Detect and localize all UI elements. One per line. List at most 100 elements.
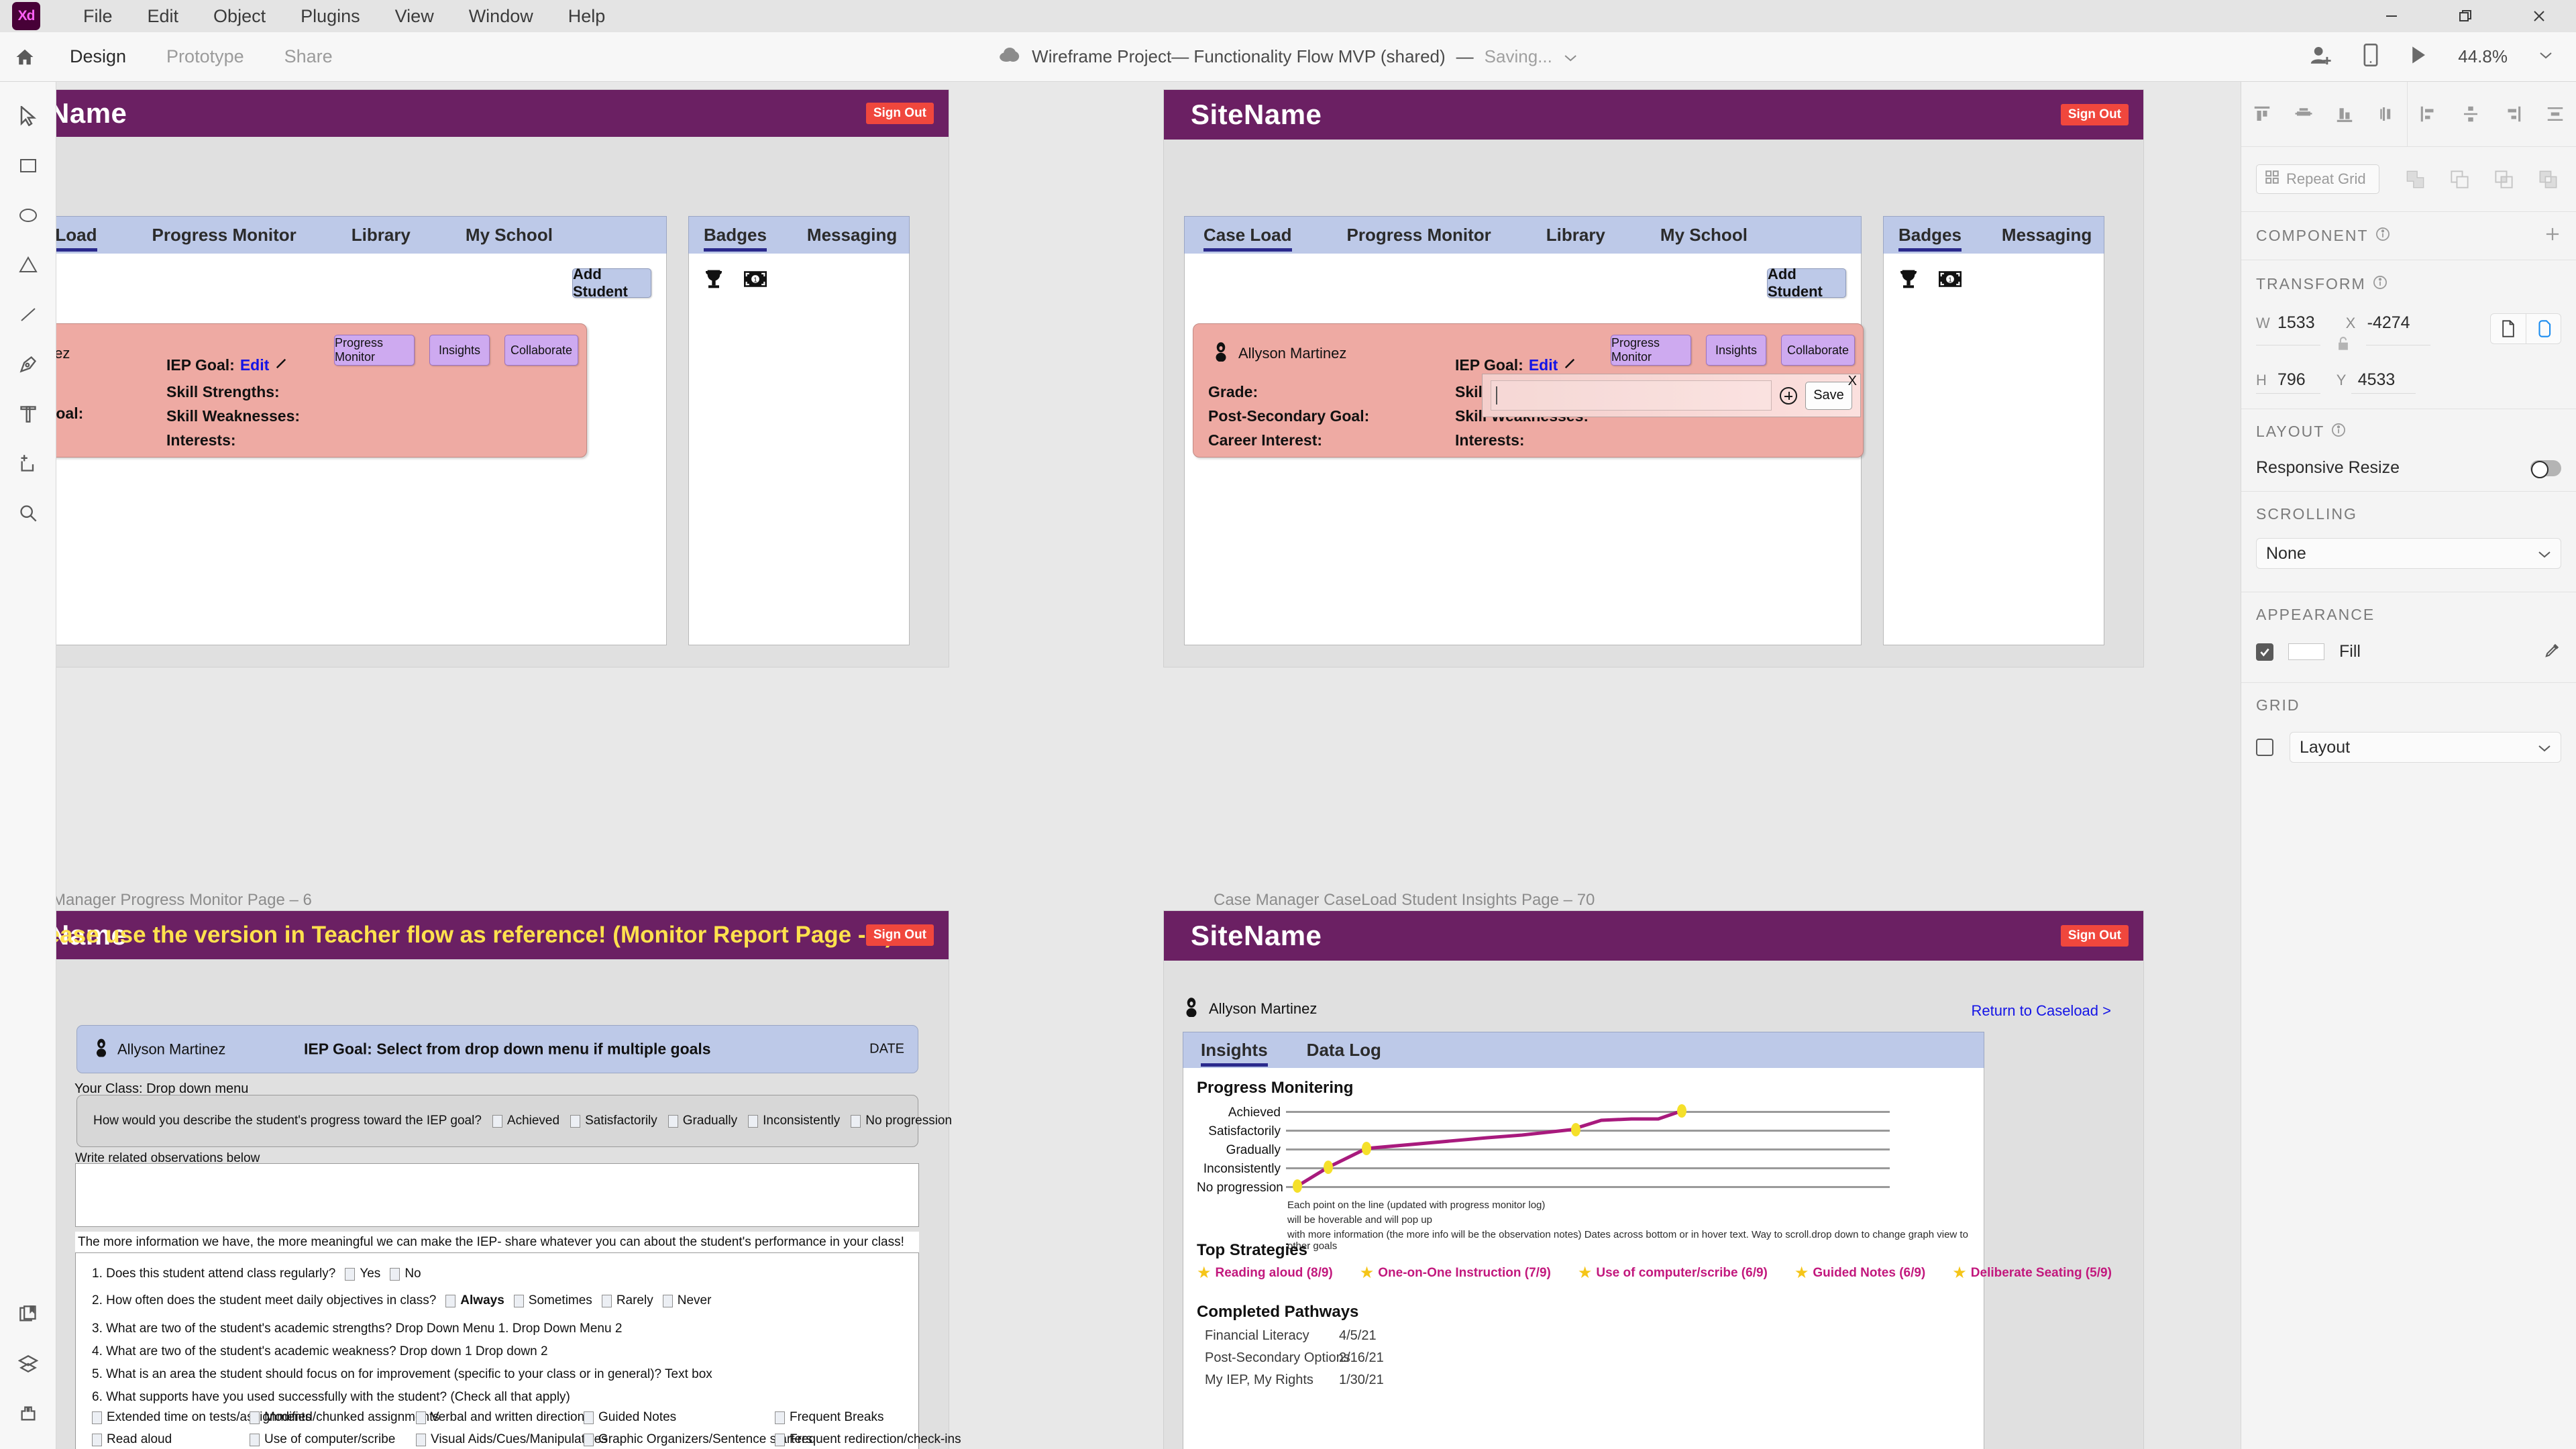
support-verbal-written[interactable]: Verbal and written directions bbox=[416, 1410, 591, 1425]
checkbox[interactable] bbox=[416, 1433, 426, 1446]
support-read-aloud[interactable]: Read aloud bbox=[92, 1432, 250, 1447]
save-button[interactable]: Save bbox=[1805, 381, 1852, 410]
distribute-horizontal-icon[interactable] bbox=[2540, 99, 2570, 129]
tab-share[interactable]: Share bbox=[264, 44, 353, 70]
plugins-panel-icon[interactable] bbox=[0, 1389, 56, 1438]
responsive-resize-toggle[interactable] bbox=[2530, 460, 2561, 478]
pencil-icon[interactable] bbox=[1563, 357, 1576, 374]
menu-plugins[interactable]: Plugins bbox=[283, 3, 378, 30]
tab-prototype[interactable]: Prototype bbox=[146, 44, 264, 70]
progress-chart[interactable]: Achieved Satisfactorily Gradually Incons… bbox=[1197, 1104, 1894, 1195]
q1-option-yes[interactable]: Yes bbox=[345, 1267, 380, 1281]
distribute-vertical-icon[interactable] bbox=[2456, 99, 2485, 129]
tab-badges[interactable]: Badges bbox=[1898, 225, 1962, 252]
sign-out-button[interactable]: Sign Out bbox=[2060, 925, 2129, 947]
menu-view[interactable]: View bbox=[378, 3, 451, 30]
y-field[interactable]: Y 4533 bbox=[2337, 370, 2396, 390]
q2-option-always[interactable]: Always bbox=[445, 1293, 504, 1308]
tab-my-school[interactable]: My School bbox=[466, 225, 553, 246]
align-top-icon[interactable] bbox=[2247, 99, 2277, 129]
support-extended-time[interactable]: Extended time on tests/assignments bbox=[92, 1410, 311, 1425]
play-preview-icon[interactable] bbox=[2410, 45, 2427, 68]
support-graphic-organizers[interactable]: Graphic Organizers/Sentence starters bbox=[584, 1432, 812, 1447]
checkbox[interactable] bbox=[775, 1433, 785, 1446]
checkbox[interactable] bbox=[250, 1411, 260, 1424]
strategy-item[interactable]: ★ Guided Notes (6/9) bbox=[1794, 1265, 1925, 1281]
checkbox[interactable] bbox=[92, 1433, 102, 1446]
sharp-corner-icon[interactable] bbox=[2491, 314, 2526, 343]
return-to-caseload-link[interactable]: Return to Caseload > bbox=[1971, 1002, 2111, 1020]
boolean-add-icon[interactable] bbox=[2402, 166, 2428, 193]
support-frequent-breaks[interactable]: Frequent Breaks bbox=[775, 1410, 929, 1425]
boolean-exclude-icon[interactable] bbox=[2534, 166, 2561, 193]
plus-icon[interactable] bbox=[2544, 225, 2561, 246]
strategy-item[interactable]: ★ Reading aloud (8/9) bbox=[1197, 1265, 1333, 1281]
collaborate-button[interactable]: Collaborate bbox=[504, 335, 578, 366]
progress-option-satisfactorily[interactable]: Satisfactorily bbox=[570, 1114, 657, 1128]
checkbox[interactable] bbox=[851, 1114, 861, 1128]
student-card[interactable]: Allyson Martinez Grade: Post-Secondary G… bbox=[56, 323, 587, 458]
support-frequent-redirection[interactable]: Frequent redirection/check-ins bbox=[775, 1432, 961, 1447]
polygon-tool[interactable] bbox=[0, 240, 56, 290]
boolean-intersect-icon[interactable] bbox=[2490, 166, 2517, 193]
tab-progress-monitor[interactable]: Progress Monitor bbox=[152, 225, 297, 246]
observations-textarea[interactable] bbox=[75, 1163, 919, 1227]
pencil-icon[interactable] bbox=[274, 357, 288, 374]
artboard-tool[interactable] bbox=[0, 439, 56, 488]
close-icon[interactable] bbox=[2502, 0, 2576, 32]
student-card[interactable]: Allyson Martinez Grade: Post-Secondary G… bbox=[1193, 323, 1864, 458]
support-modified-chunked[interactable]: Modified/chunked assignments bbox=[250, 1410, 439, 1425]
add-student-button[interactable]: Add Student bbox=[572, 266, 651, 300]
artboard-label-bottom-right[interactable]: Case Manager CaseLoad Student Insights P… bbox=[1214, 891, 1595, 910]
support-visual-aids[interactable]: Visual Aids/Cues/Manipulatives bbox=[416, 1432, 608, 1447]
checkbox[interactable] bbox=[492, 1114, 502, 1128]
checkbox[interactable] bbox=[416, 1411, 426, 1424]
grid-checkbox[interactable] bbox=[2256, 739, 2273, 756]
minimize-icon[interactable] bbox=[2355, 0, 2428, 32]
checkbox[interactable] bbox=[345, 1267, 356, 1281]
tab-library[interactable]: Library bbox=[352, 225, 411, 246]
iep-goal-edit-link[interactable]: Edit bbox=[1529, 356, 1558, 374]
artboard-top-right[interactable]: SiteName Sign Out Case Load Progress Mon… bbox=[1164, 90, 2143, 667]
artboard-bottom-right[interactable]: SiteName Sign Out Allyson Martinez Retur… bbox=[1164, 911, 2143, 1449]
boolean-subtract-icon[interactable] bbox=[2446, 166, 2473, 193]
artboard-label-bottom-left[interactable]: Manager Progress Monitor Page – 6 bbox=[56, 891, 312, 910]
data-point-2[interactable] bbox=[1324, 1161, 1333, 1174]
iep-goal-input[interactable] bbox=[1491, 380, 1772, 411]
restore-icon[interactable] bbox=[2428, 0, 2502, 32]
sign-out-button[interactable]: Sign Out bbox=[865, 103, 934, 124]
device-preview-icon[interactable] bbox=[2363, 44, 2379, 70]
round-corner-icon[interactable] bbox=[2526, 314, 2561, 343]
scrolling-select[interactable]: None bbox=[2256, 538, 2561, 569]
data-point-3[interactable] bbox=[1362, 1142, 1371, 1155]
progress-option-inconsistently[interactable]: Inconsistently bbox=[748, 1114, 840, 1128]
distribute-right-icon[interactable] bbox=[2498, 99, 2528, 129]
q1-option-no[interactable]: No bbox=[390, 1267, 421, 1281]
strategy-item[interactable]: ★ Deliberate Seating (5/9) bbox=[1952, 1265, 2112, 1281]
align-bottom-icon[interactable] bbox=[2330, 99, 2359, 129]
tab-messaging[interactable]: Messaging bbox=[2002, 225, 2092, 246]
q2-option-never[interactable]: Never bbox=[662, 1293, 711, 1308]
tab-messaging[interactable]: Messaging bbox=[807, 225, 897, 246]
zoom-level[interactable]: 44.8% bbox=[2458, 46, 2508, 67]
line-tool[interactable] bbox=[0, 290, 56, 339]
checkbox[interactable] bbox=[445, 1294, 456, 1307]
height-field[interactable]: H 796 bbox=[2256, 370, 2306, 390]
checkbox[interactable] bbox=[662, 1294, 673, 1307]
tab-case-load[interactable]: Case Load bbox=[56, 225, 97, 252]
info-icon[interactable] bbox=[2373, 275, 2387, 293]
pen-tool[interactable] bbox=[0, 339, 56, 389]
menu-file[interactable]: File bbox=[66, 3, 130, 30]
eyedropper-icon[interactable] bbox=[2544, 641, 2561, 662]
rectangle-tool[interactable] bbox=[0, 141, 56, 191]
iep-goal-edit-link[interactable]: Edit bbox=[240, 356, 269, 374]
insights-button[interactable]: Insights bbox=[1706, 335, 1766, 366]
question-4-text[interactable]: 4. What are two of the student's academi… bbox=[92, 1344, 548, 1359]
insights-button[interactable]: Insights bbox=[429, 335, 490, 366]
tab-badges[interactable]: Badges bbox=[704, 225, 767, 252]
progress-monitor-button[interactable]: Progress Monitor bbox=[334, 335, 415, 366]
repeat-grid-button[interactable]: Repeat Grid bbox=[2256, 164, 2379, 194]
text-tool[interactable] bbox=[0, 389, 56, 439]
question-5-text[interactable]: 5. What is an area the student should fo… bbox=[92, 1367, 712, 1382]
menu-object[interactable]: Object bbox=[196, 3, 283, 30]
